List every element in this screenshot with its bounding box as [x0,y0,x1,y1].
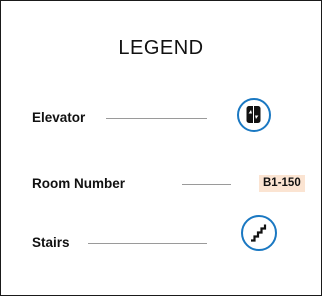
leader-line-elevator [106,118,207,119]
legend-label-stairs: Stairs [32,235,70,250]
legend-label-room-number: Room Number [32,176,126,191]
legend-label-elevator: Elevator [32,110,86,125]
elevator-icon [237,98,271,132]
room-number-sample: B1-150 [259,175,305,192]
legend-title: LEGEND [118,37,204,59]
stairs-icon [241,215,277,251]
leader-line-room-number [182,184,231,185]
legend-panel: LEGEND Elevator Room Number B1-150 Stair… [0,0,322,296]
leader-line-stairs [88,243,207,244]
